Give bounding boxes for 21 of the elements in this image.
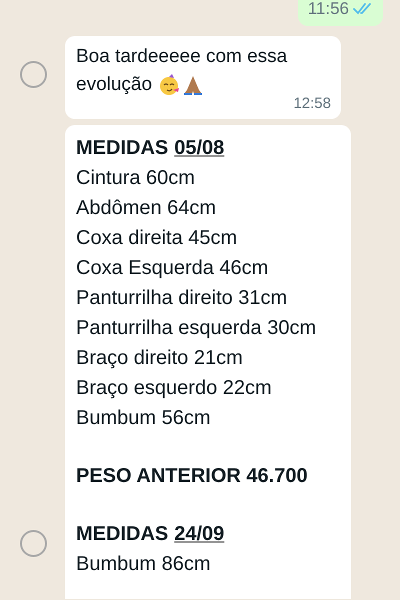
measurement-line: Abdômen 64cm (76, 197, 216, 219)
message-time: 12:58 (293, 94, 331, 114)
bold-text-line: PESO ANTERIOR 46.700 (76, 465, 308, 487)
measurement-line: Coxa direita 45cm (76, 227, 238, 249)
party-face-icon (158, 74, 180, 96)
measurement-line: Cintura 60cm (76, 167, 195, 189)
measurement-line: Coxa Esquerda 46cm (76, 257, 268, 279)
measurement-line: Braço direito 21cm (76, 347, 243, 369)
message-time: 11:56 (308, 0, 349, 20)
measurement-line: Braço esquerdo 22cm (76, 377, 272, 399)
message-text: evolução (76, 72, 152, 96)
praying-hands-icon (182, 74, 204, 96)
measurement-line: Panturrilha esquerda 30cm (76, 317, 316, 339)
section-heading: MEDIDAS (76, 523, 168, 545)
message-text: Boa tardeeeee com essa (76, 44, 288, 68)
measurement-line: Bumbum 86cm (76, 553, 210, 575)
section-heading: MEDIDAS (76, 137, 168, 159)
measurement-line: Panturrilha direito 31cm (76, 287, 288, 309)
date-link[interactable]: 05/08 (174, 137, 224, 159)
measurement-line: Bumbum 56cm (76, 407, 210, 429)
date-link[interactable]: 24/09 (174, 523, 224, 545)
